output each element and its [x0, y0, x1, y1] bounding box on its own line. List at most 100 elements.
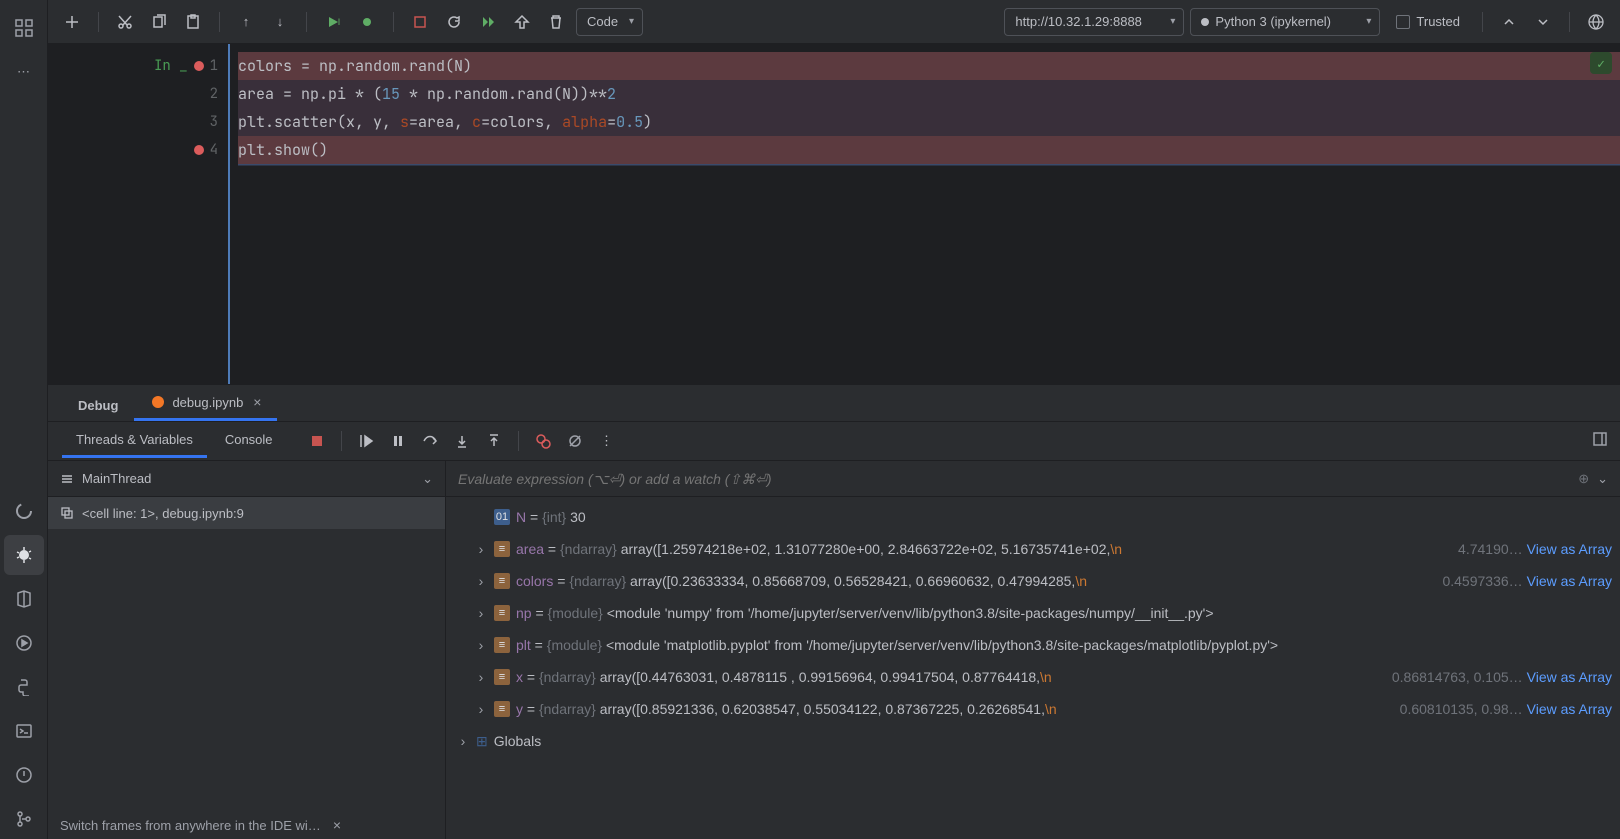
var-value: array([1.25974218e+02, 1.31077280e+00, 2… — [621, 541, 1111, 557]
var-row[interactable]: › ≡ area = {ndarray} array([1.25974218e+… — [446, 533, 1620, 565]
cell-type-select[interactable]: Code — [576, 8, 643, 36]
trusted-checkbox[interactable] — [1396, 15, 1410, 29]
code-text: plt.show() — [238, 140, 328, 160]
debug-cell-icon[interactable] — [353, 8, 381, 36]
more-icon[interactable]: ⋯ — [4, 52, 44, 92]
move-down-icon[interactable]: ↓ — [266, 8, 294, 36]
layout-icon[interactable] — [1592, 431, 1612, 451]
var-row[interactable]: › ≡ np = {module} <module 'numpy' from '… — [446, 597, 1620, 629]
close-icon[interactable]: × — [333, 817, 341, 833]
close-icon[interactable]: × — [253, 394, 261, 410]
collapse-down-icon[interactable] — [1529, 8, 1557, 36]
database-icon[interactable] — [4, 579, 44, 619]
cell-ok-badge: ✓ — [1590, 52, 1612, 74]
problems-icon[interactable] — [4, 755, 44, 795]
view-as-array-link[interactable]: View as Array — [1527, 573, 1612, 589]
trusted-label: Trusted — [1416, 14, 1460, 29]
var-type: {ndarray} — [539, 669, 596, 685]
variables-column: ⊕ ⌄ 01 N = {int} 30 › ≡ area = {ndarray}… — [446, 461, 1620, 839]
step-over-icon[interactable] — [416, 427, 444, 455]
clear-output-icon[interactable] — [508, 8, 536, 36]
var-tail: 0.86814763, 0.105… — [1392, 669, 1523, 685]
step-out-icon[interactable] — [480, 427, 508, 455]
expand-icon[interactable]: › — [474, 573, 488, 589]
module-icon: ≡ — [494, 605, 510, 621]
add-watch-icon[interactable]: ⊕ — [1578, 471, 1589, 487]
code-text: s — [400, 112, 409, 132]
subtab-label: Console — [225, 432, 273, 447]
debug-tabstrip: Debug debug.ipynb × — [48, 385, 1620, 421]
restart-icon[interactable] — [440, 8, 468, 36]
run-cell-icon[interactable]: I — [319, 8, 347, 36]
bug-icon[interactable] — [4, 535, 44, 575]
chevron-down-icon[interactable]: ⌄ — [1597, 471, 1608, 487]
copy-icon[interactable] — [145, 8, 173, 36]
debug-subtabs: Threads & Variables Console ⋮ — [48, 421, 1620, 461]
python-icon[interactable] — [4, 667, 44, 707]
vcs-icon[interactable] — [4, 799, 44, 839]
var-value: <module 'matplotlib.pyplot' from '/home/… — [606, 637, 1278, 653]
var-type: {ndarray} — [539, 701, 596, 717]
var-row[interactable]: › ≡ colors = {ndarray} array([0.23633334… — [446, 565, 1620, 597]
evaluate-input[interactable] — [458, 471, 1570, 487]
move-up-icon[interactable]: ↑ — [232, 8, 260, 36]
expand-icon[interactable]: › — [474, 669, 488, 685]
kernel-status-dot — [1201, 18, 1209, 26]
expand-icon[interactable]: › — [474, 637, 488, 653]
expand-icon[interactable]: › — [474, 541, 488, 557]
paste-icon[interactable] — [179, 8, 207, 36]
view-as-array-link[interactable]: View as Array — [1527, 701, 1612, 717]
subtab-threads[interactable]: Threads & Variables — [62, 424, 207, 458]
breakpoint-icon[interactable] — [194, 61, 204, 71]
code-content[interactable]: colors = np.random.rand(N) area = np.pi … — [228, 44, 1620, 384]
code-text: alpha — [562, 112, 607, 132]
step-into-icon[interactable] — [448, 427, 476, 455]
trusted-toggle[interactable]: Trusted — [1396, 14, 1460, 29]
var-value: <module 'numpy' from '/home/jupyter/serv… — [607, 605, 1214, 621]
globe-icon[interactable] — [1582, 8, 1610, 36]
chevron-down-icon[interactable]: ⌄ — [422, 471, 433, 487]
view-breakpoints-icon[interactable] — [529, 427, 557, 455]
code-editor[interactable]: In _1 2 3 4 colors = np.random.rand(N) a… — [48, 44, 1620, 384]
code-text: ) — [643, 112, 652, 132]
var-value: 30 — [570, 509, 586, 525]
server-url-select[interactable]: http://10.32.1.29:8888 — [1004, 8, 1184, 36]
thread-selector[interactable]: MainThread ⌄ — [48, 461, 445, 497]
apps-icon[interactable] — [4, 8, 44, 48]
mute-breakpoints-icon[interactable] — [561, 427, 589, 455]
expand-icon[interactable]: › — [474, 605, 488, 621]
expand-icon[interactable]: › — [456, 733, 470, 749]
breakpoint-icon[interactable] — [194, 145, 204, 155]
view-as-array-link[interactable]: View as Array — [1527, 541, 1612, 557]
cut-icon[interactable] — [111, 8, 139, 36]
run-icon[interactable] — [4, 623, 44, 663]
var-row[interactable]: 01 N = {int} 30 — [446, 501, 1620, 533]
var-tail: 4.74190… — [1458, 541, 1523, 557]
collapse-up-icon[interactable] — [1495, 8, 1523, 36]
resume-icon[interactable] — [352, 427, 380, 455]
stop-icon[interactable] — [406, 8, 434, 36]
frame-row[interactable]: <cell line: 1>, debug.ipynb:9 — [48, 497, 445, 529]
kernel-select[interactable]: Python 3 (ipykernel) — [1190, 8, 1380, 36]
pause-icon[interactable] — [384, 427, 412, 455]
terminal-icon[interactable] — [4, 711, 44, 751]
stop-debug-icon[interactable] — [303, 427, 331, 455]
var-row-globals[interactable]: › ⊞ Globals — [446, 725, 1620, 757]
var-row[interactable]: › ≡ y = {ndarray} array([0.85921336, 0.6… — [446, 693, 1620, 725]
run-all-icon[interactable] — [474, 8, 502, 36]
var-row[interactable]: › ≡ x = {ndarray} array([0.44763031, 0.4… — [446, 661, 1620, 693]
more-icon[interactable]: ⋮ — [593, 427, 621, 455]
progress-icon[interactable] — [4, 491, 44, 531]
delete-icon[interactable] — [542, 8, 570, 36]
globals-icon: ⊞ — [476, 733, 488, 750]
expand-icon[interactable]: › — [474, 701, 488, 717]
tab-file[interactable]: debug.ipynb × — [134, 386, 277, 421]
thread-name: MainThread — [82, 471, 151, 486]
var-row[interactable]: › ≡ plt = {module} <module 'matplotlib.p… — [446, 629, 1620, 661]
code-text: area = np.pi * ( — [238, 84, 382, 104]
add-cell-icon[interactable] — [58, 8, 86, 36]
view-as-array-link[interactable]: View as Array — [1527, 669, 1612, 685]
subtab-console[interactable]: Console — [211, 424, 287, 458]
var-type: {ndarray} — [560, 541, 617, 557]
tab-debug[interactable]: Debug — [62, 390, 134, 421]
